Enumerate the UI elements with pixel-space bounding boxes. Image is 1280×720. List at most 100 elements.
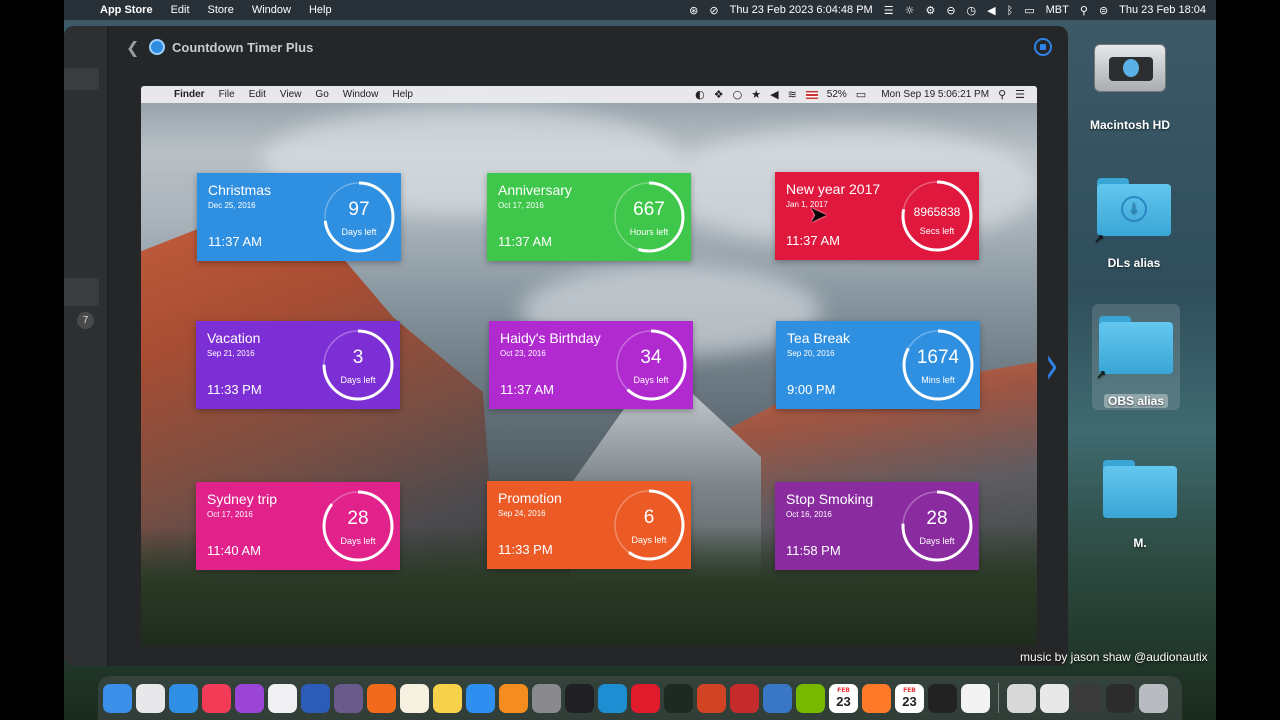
- dock-music-icon[interactable]: [202, 683, 231, 713]
- control-center-icon[interactable]: ⊜: [1099, 4, 1108, 17]
- menu-window[interactable]: Window: [243, 4, 300, 16]
- countdown-ring: 6 Days left: [611, 487, 687, 563]
- battery-icon[interactable]: ▭: [1024, 4, 1034, 17]
- dock-opera-icon[interactable]: [631, 683, 660, 713]
- back-button[interactable]: ❮: [126, 38, 139, 57]
- countdown-card[interactable]: New year 2017 Jan 1, 2017 11:37 AM 8965838 S…: [775, 172, 979, 260]
- dock-firefox-icon[interactable]: [367, 683, 396, 713]
- inner-datetime[interactable]: Mon Sep 19 5:06:21 PM: [881, 89, 989, 100]
- menu-extra-icon[interactable]: ☰: [884, 4, 894, 17]
- dock-window-thumb-1-icon[interactable]: [1073, 683, 1102, 713]
- inner-dropbox-icon[interactable]: ❖: [714, 88, 724, 101]
- inner-battery-icon[interactable]: ▭: [856, 88, 866, 101]
- search-icon[interactable]: ⚲: [1080, 4, 1088, 17]
- desktop-item-m[interactable]: M.: [1096, 456, 1184, 552]
- dock-finder-window-icon[interactable]: [1040, 683, 1069, 713]
- dock-activity-monitor-icon[interactable]: [664, 683, 693, 713]
- desktop-item-dls-alias[interactable]: ↓ ↗ DLs alias: [1090, 176, 1178, 272]
- host-clock[interactable]: Thu 23 Feb 18:04: [1119, 4, 1206, 16]
- countdown-card[interactable]: Tea Break Sep 20, 2016 9:00 PM 1674 Mins lef…: [776, 321, 980, 409]
- countdown-card[interactable]: Promotion Sep 24, 2016 11:33 PM 6 Days left: [487, 481, 691, 569]
- dock-shortcuts-app-icon[interactable]: [961, 683, 990, 713]
- dock-separator: [998, 683, 999, 713]
- countdown-card[interactable]: Anniversary Oct 17, 2016 11:37 AM 667 Hours …: [487, 173, 691, 261]
- inner-wifi-icon[interactable]: ≋: [788, 88, 797, 101]
- dock-photo-booth-icon[interactable]: [730, 683, 759, 713]
- dock-edge-icon[interactable]: [598, 683, 627, 713]
- desktop-item-macintosh-hd[interactable]: Macintosh HD: [1082, 42, 1178, 136]
- desktop-item-label: OBS alias: [1104, 394, 1168, 408]
- focus-icon[interactable]: ⊖: [946, 4, 955, 17]
- dock-nvidia-icon[interactable]: [796, 683, 825, 713]
- shortcut-icon[interactable]: ⚙: [925, 4, 935, 17]
- card-time: 11:33 PM: [498, 542, 553, 557]
- inner-menu-finder[interactable]: Finder: [167, 89, 212, 100]
- dock-system-preferences-icon[interactable]: [532, 683, 561, 713]
- dock-stats-icon[interactable]: [763, 683, 792, 713]
- dock-textedit-icon[interactable]: [400, 683, 429, 713]
- right-letterbox: [1216, 0, 1280, 720]
- inner-search-icon[interactable]: ⚲: [998, 88, 1006, 101]
- dock-safari-icon[interactable]: [169, 683, 198, 713]
- dock-window-thumb-2-icon[interactable]: [1106, 683, 1135, 713]
- inner-menu-window[interactable]: Window: [336, 89, 386, 100]
- dock-podcasts-icon[interactable]: [235, 683, 264, 713]
- dock-powerpoint-icon[interactable]: [697, 683, 726, 713]
- menu-edit[interactable]: Edit: [162, 4, 199, 16]
- dock-shortcuts-icon[interactable]: [928, 683, 957, 713]
- dock-calendar-icon[interactable]: FEB 23: [829, 683, 858, 713]
- dock-sublime-icon[interactable]: [862, 683, 891, 713]
- dock-notes-icon[interactable]: [433, 683, 462, 713]
- card-value: 8965838: [913, 205, 961, 219]
- card-unit: Days left: [633, 375, 669, 385]
- host-datetime-full[interactable]: Thu 23 Feb 2023 6:04:48 PM: [730, 4, 873, 16]
- countdown-card[interactable]: Christmas Dec 25, 2016 11:37 AM 97 Days left: [197, 173, 401, 261]
- inner-status-icon[interactable]: ◐: [695, 88, 705, 101]
- dock-obs-icon[interactable]: [565, 683, 594, 713]
- dock-calendar-2-icon[interactable]: FEB 23: [895, 683, 924, 713]
- countdown-ring: 1674 Mins left: [900, 327, 976, 403]
- bluetooth-icon[interactable]: ᛒ: [1007, 4, 1014, 17]
- inner-flag-icon[interactable]: [805, 90, 818, 99]
- inner-star-icon[interactable]: ★: [751, 88, 761, 101]
- countdown-card[interactable]: Stop Smoking Oct 16, 2016 11:58 PM 28 Days l…: [775, 482, 979, 570]
- countdown-card[interactable]: Vacation Sep 21, 2016 11:33 PM 3 Days left: [196, 321, 400, 409]
- dock-books-icon[interactable]: [499, 683, 528, 713]
- menu-help[interactable]: Help: [300, 4, 341, 16]
- dock-finder-icon[interactable]: [103, 683, 132, 713]
- menu-store[interactable]: Store: [199, 4, 243, 16]
- keyboard-layout[interactable]: MBT: [1046, 4, 1069, 16]
- volume-icon[interactable]: ◀: [987, 4, 995, 17]
- card-date: Dec 25, 2016: [208, 201, 256, 210]
- inner-status-area: ◐ ❖ ○ ★ ◀ ≋ 52% ▭ Mon Sep 19 5:06:21 PM …: [695, 86, 1025, 103]
- brightness-icon[interactable]: ☼: [905, 4, 915, 17]
- dock-app-store-icon[interactable]: [466, 683, 495, 713]
- dock-music-file-icon[interactable]: [1007, 683, 1036, 713]
- inner-list-icon[interactable]: ☰: [1015, 88, 1025, 101]
- desktop-item-label: DLs alias: [1107, 256, 1161, 270]
- accessibility-icon[interactable]: ⊘: [709, 4, 718, 17]
- record-button[interactable]: [1034, 38, 1052, 56]
- countdown-card[interactable]: Sydney trip Oct 17, 2016 11:40 AM 28 Days le…: [196, 482, 400, 570]
- dock-word-icon[interactable]: [301, 683, 330, 713]
- sidebar-item-selected[interactable]: [64, 278, 99, 306]
- sidebar-item[interactable]: [64, 68, 99, 90]
- inner-battery-percent[interactable]: 52%: [827, 89, 847, 100]
- time-machine-icon[interactable]: ◷: [967, 4, 977, 17]
- dock-trash-icon[interactable]: [1139, 683, 1168, 713]
- inner-circle-icon[interactable]: ○: [733, 88, 743, 101]
- screen-share-icon[interactable]: ⊛: [689, 4, 698, 17]
- inner-menu-file[interactable]: File: [212, 89, 242, 100]
- menu-app-store[interactable]: App Store: [91, 4, 162, 16]
- dock-photos-icon[interactable]: [268, 683, 297, 713]
- inner-menu-help[interactable]: Help: [385, 89, 420, 100]
- next-screenshot-arrow-icon[interactable]: ›: [1045, 334, 1059, 398]
- dock-launchpad-icon[interactable]: [136, 683, 165, 713]
- countdown-card[interactable]: Haidy's Birthday Oct 23, 2016 11:37 AM 34 Da…: [489, 321, 693, 409]
- desktop-item-obs-alias[interactable]: ↗ OBS alias: [1092, 304, 1180, 410]
- inner-menu-go[interactable]: Go: [308, 89, 335, 100]
- dock-macos-utility-icon[interactable]: [334, 683, 363, 713]
- inner-menu-view[interactable]: View: [273, 89, 309, 100]
- inner-volume-icon[interactable]: ◀: [770, 88, 778, 101]
- inner-menu-edit[interactable]: Edit: [242, 89, 273, 100]
